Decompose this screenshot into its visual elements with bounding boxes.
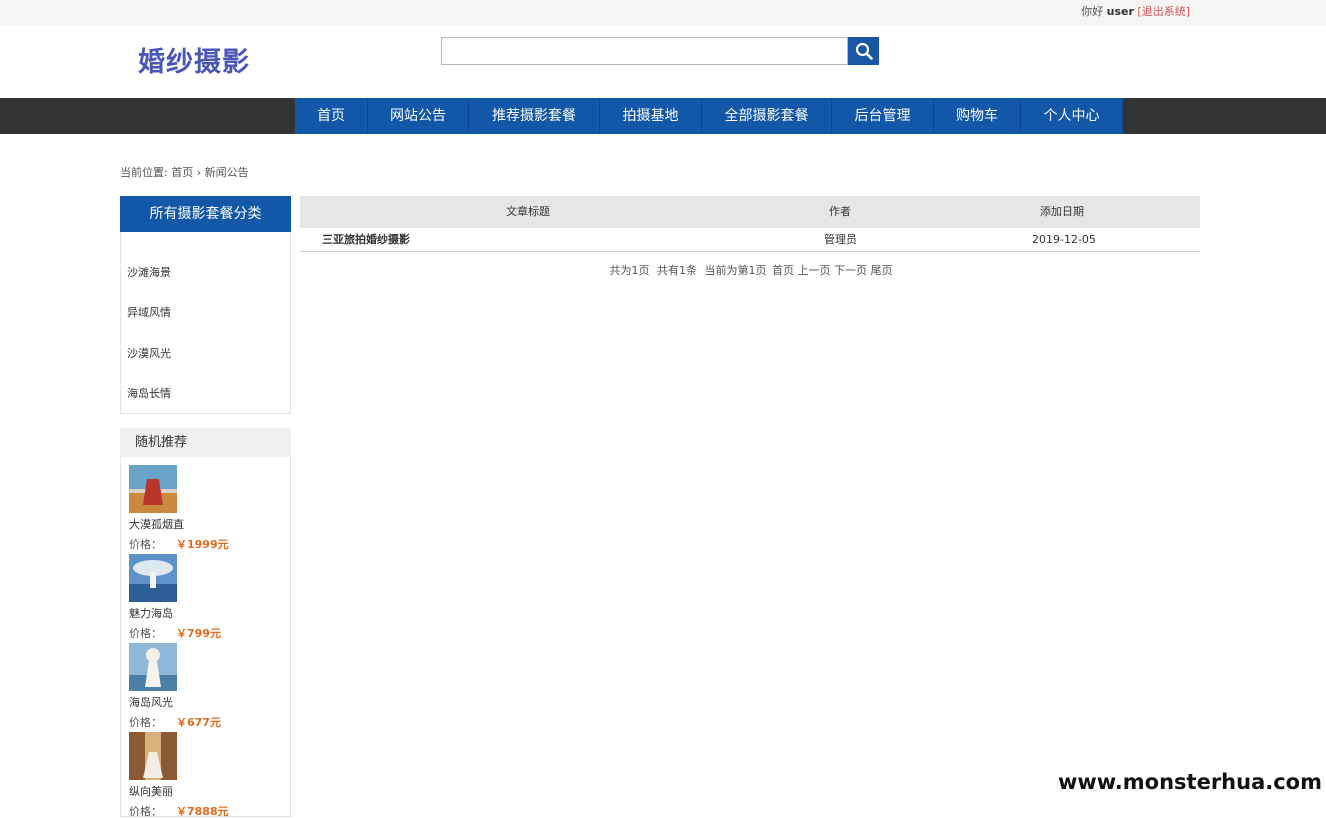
recommend-title: 随机推荐 [120,428,291,457]
pager-last[interactable]: 尾页 [871,264,893,277]
product-name[interactable]: 魅力海岛 [129,605,279,621]
category-panel: 所有摄影套餐分类 沙滩海景 异域风情 沙漠风光 海岛长情 [120,196,291,414]
column-header-title: 文章标题 [506,196,550,228]
search-input[interactable] [441,37,848,65]
article-table: 文章标题 作者 添加日期 三亚旅拍婚纱摄影 管理员 2019-12-05 共为1… [300,196,1200,252]
pager-first[interactable]: 首页 [772,264,794,277]
pager-total-pages: 共为1页 [610,264,650,277]
pager-current: 当前为第1页 [705,264,767,277]
product-price: 价格： ￥799元 [129,625,279,641]
price-label: 价格： [129,805,162,818]
product-name[interactable]: 纵向美丽 [129,783,279,799]
breadcrumb: 当前位置: 首页 › 新闻公告 [120,164,249,180]
recommend-item: 海岛风光 价格： ￥677元 [129,643,279,730]
search-bar [441,37,878,65]
product-thumbnail[interactable] [129,465,177,513]
category-item[interactable]: 沙滩海景 [127,264,171,280]
product-price: 价格： ￥677元 [129,714,279,730]
logout-link[interactable]: [退出系统] [1137,5,1190,18]
pager-prev[interactable]: 上一页 [798,264,831,277]
greeting-text: 你好 [1081,5,1103,18]
nav-personal-center[interactable]: 个人中心 [1021,98,1123,134]
nav-cart[interactable]: 购物车 [934,98,1021,134]
price-value: ￥1999元 [176,538,229,551]
price-value: ￥799元 [176,627,221,640]
sidebar: 所有摄影套餐分类 沙滩海景 异域风情 沙漠风光 海岛长情 随机推荐 大漠孤烟直 … [120,196,291,414]
category-item[interactable]: 海岛长情 [127,385,171,401]
pager-total-items: 共有1条 [657,264,697,277]
pager-next[interactable]: 下一页 [834,264,867,277]
article-author: 管理员 [824,228,857,252]
nav-recommended-packages[interactable]: 推荐摄影套餐 [469,98,600,134]
site-logo[interactable]: 婚纱摄影 [138,40,250,79]
search-icon [855,42,873,60]
product-thumbnail[interactable] [129,554,177,602]
top-bar: 你好 user [退出系统] [0,0,1326,25]
price-label: 价格： [129,716,162,729]
search-button[interactable] [848,37,879,65]
article-date: 2019-12-05 [1032,228,1096,252]
recommend-item: 大漠孤烟直 价格： ￥1999元 [129,465,279,552]
product-thumbnail[interactable] [129,732,177,780]
recommend-panel: 大漠孤烟直 价格： ￥1999元 魅力海岛 价格： ￥799元 海岛风光 价格： ￥6… [120,457,291,817]
product-name[interactable]: 海岛风光 [129,694,279,710]
nav-all-packages[interactable]: 全部摄影套餐 [702,98,832,134]
product-thumbnail[interactable] [129,643,177,691]
category-item[interactable]: 沙漠风光 [127,345,171,361]
article-title-link[interactable]: 三亚旅拍婚纱摄影 [322,228,410,252]
table-row: 三亚旅拍婚纱摄影 管理员 2019-12-05 [300,228,1200,252]
pagination: 共为1页 共有1条 当前为第1页 首页 上一页 下一页 尾页 [300,262,1200,278]
price-value: ￥677元 [176,716,221,729]
category-item[interactable]: 异域风情 [127,304,171,320]
category-title: 所有摄影套餐分类 [120,196,291,232]
price-value: ￥7888元 [176,805,229,818]
main-nav: 首页 网站公告 推荐摄影套餐 拍摄基地 全部摄影套餐 后台管理 购物车 个人中心 [295,98,1123,134]
price-label: 价格： [129,538,162,551]
product-price: 价格： ￥7888元 [129,803,279,819]
nav-admin[interactable]: 后台管理 [832,98,934,134]
product-name[interactable]: 大漠孤烟直 [129,516,279,532]
breadcrumb-home[interactable]: 首页 [171,166,193,179]
nav-shooting-bases[interactable]: 拍摄基地 [600,98,702,134]
breadcrumb-separator-icon: › [197,166,201,179]
nav-announcements[interactable]: 网站公告 [368,98,469,134]
breadcrumb-current: 新闻公告 [205,166,249,179]
column-header-author: 作者 [829,196,851,228]
table-header: 文章标题 作者 添加日期 [300,196,1200,228]
recommend-item: 纵向美丽 价格： ￥7888元 [129,732,279,819]
user-greeting: 你好 user [退出系统] [1081,3,1190,19]
username: user [1107,5,1134,18]
main-navigation-bar: 首页 网站公告 推荐摄影套餐 拍摄基地 全部摄影套餐 后台管理 购物车 个人中心 [0,98,1326,134]
watermark: www.monsterhua.com [1056,770,1324,794]
nav-home[interactable]: 首页 [295,98,368,134]
column-header-date: 添加日期 [1040,196,1084,228]
product-price: 价格： ￥1999元 [129,536,279,552]
breadcrumb-prefix: 当前位置: [120,166,168,179]
price-label: 价格： [129,627,162,640]
recommend-item: 魅力海岛 价格： ￥799元 [129,554,279,641]
